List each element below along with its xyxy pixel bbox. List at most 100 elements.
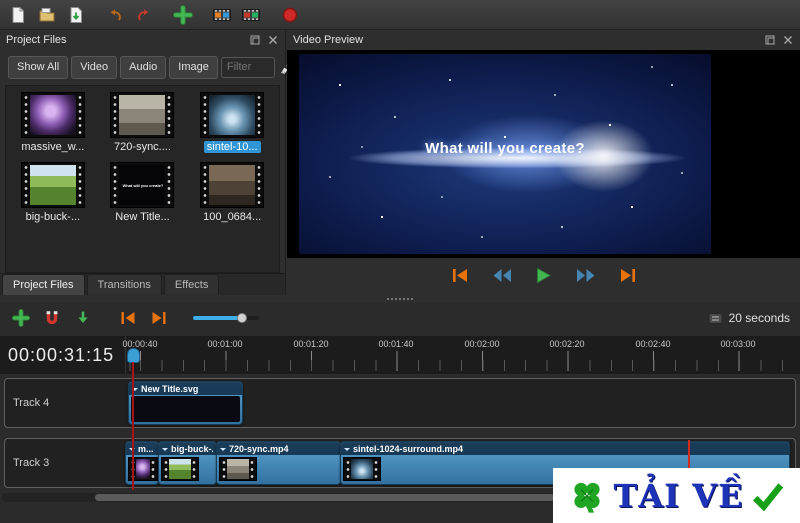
filter-input[interactable]: [220, 56, 275, 78]
ruler-label: 00:01:00: [207, 339, 243, 349]
clip-label: New Title.svg: [141, 383, 199, 394]
clip-menu-icon[interactable]: [344, 447, 350, 454]
close-icon[interactable]: [782, 34, 794, 46]
project-files-title: Project Files: [6, 34, 67, 46]
ruler-label: 00:02:00: [464, 339, 500, 349]
play-button[interactable]: [532, 265, 556, 285]
save-project-button[interactable]: [64, 3, 88, 27]
clip-thumbnail: [343, 457, 381, 481]
clip-720-sync[interactable]: 720-sync.mp4: [216, 441, 341, 485]
fast-forward-icon: [576, 268, 594, 282]
zoom-scale-group: 20 seconds: [708, 311, 790, 325]
clip-menu-icon[interactable]: [162, 447, 168, 454]
timeline-scrollbar-handle[interactable]: [95, 494, 555, 501]
track-name: Track 3: [13, 457, 50, 469]
playhead-pin[interactable]: [127, 348, 140, 363]
timeline-ruler-row: 00:00:31:15 00:00:40 00:01:00 00:01:20 0…: [0, 336, 800, 374]
jump-to-end-button[interactable]: [616, 265, 640, 285]
checkmark-icon: [753, 482, 784, 511]
ruler-label: 00:01:40: [378, 339, 414, 349]
close-icon[interactable]: [267, 34, 279, 46]
clip-big-buck[interactable]: big-buck-...: [158, 441, 217, 485]
next-marker-button[interactable]: [148, 307, 170, 329]
file-label: sintel-10...: [203, 141, 261, 153]
new-project-button[interactable]: [6, 3, 30, 27]
export-video-icon: [282, 7, 298, 22]
new-project-icon: [12, 6, 24, 23]
filter-show-all-button[interactable]: Show All: [8, 55, 69, 79]
jump-to-start-button[interactable]: [448, 265, 472, 285]
timeline-ruler[interactable]: 00:00:40 00:01:00 00:01:20 00:01:40 00:0…: [122, 336, 800, 374]
rewind-button[interactable]: [490, 265, 514, 285]
watermark-text: TẢI VỀ: [613, 476, 744, 515]
playhead[interactable]: [127, 348, 140, 490]
redo-icon: [138, 8, 149, 21]
clip-header: 720-sync.mp4: [217, 442, 340, 455]
undock-icon[interactable]: [249, 34, 261, 46]
tab-transitions[interactable]: Transitions: [86, 274, 162, 295]
tab-project-files[interactable]: Project Files: [2, 274, 85, 295]
clip-thumbnail: [219, 457, 257, 481]
snapping-toggle-button[interactable]: [41, 307, 63, 329]
timeline-toolbar: 20 seconds: [0, 303, 800, 333]
jump-to-end-icon: [620, 268, 635, 282]
playhead-timecode: 00:00:31:15: [8, 345, 115, 365]
file-label: big-buck-...: [25, 211, 81, 223]
add-marker-icon: [78, 311, 88, 323]
snapping-magnet-icon: [46, 311, 58, 325]
next-marker-icon: [152, 312, 166, 324]
project-files-header: Project Files: [0, 30, 285, 50]
add-marker-button[interactable]: [72, 307, 94, 329]
export-video-button[interactable]: [278, 3, 302, 27]
add-track-button[interactable]: [10, 307, 32, 329]
clip-header: big-buck-...: [159, 442, 216, 455]
filter-audio-button[interactable]: Audio: [120, 55, 167, 79]
playback-controls: [287, 262, 800, 288]
ruler-minor-ticks: [126, 360, 800, 371]
clip-new-title[interactable]: New Title.svg: [128, 381, 243, 425]
file-item-big-buck[interactable]: big-buck-...: [9, 162, 97, 223]
filter-video-button[interactable]: Video: [71, 55, 118, 79]
import-files-icon: [173, 4, 193, 25]
clip-label: 720-sync.mp4: [229, 443, 289, 454]
undock-icon[interactable]: [764, 34, 776, 46]
clip-menu-icon[interactable]: [220, 447, 226, 454]
file-item-sintel[interactable]: sintel-10...: [188, 92, 276, 153]
rewind-icon: [493, 268, 511, 282]
file-label: New Title...: [115, 211, 170, 223]
left-panel-tabs: Project Files Transitions Effects: [0, 273, 285, 295]
choose-profile-button[interactable]: [210, 3, 234, 27]
timeline-zoom-slider[interactable]: [193, 313, 259, 323]
zoom-scale-label: 20 seconds: [728, 311, 790, 325]
zoom-scale-icon: [708, 312, 723, 324]
undo-button[interactable]: [103, 3, 127, 27]
tab-effects[interactable]: Effects: [163, 274, 220, 295]
open-project-button[interactable]: [35, 3, 59, 27]
ruler-label: 00:03:00: [720, 339, 756, 349]
redo-button[interactable]: [132, 3, 156, 27]
ruler-label: 00:02:20: [549, 339, 585, 349]
video-preview-title: Video Preview: [293, 34, 364, 46]
slider-handle[interactable]: [236, 313, 247, 323]
video-overlay-text: What will you create?: [425, 140, 585, 157]
ruler-label: 00:01:20: [293, 339, 329, 349]
file-thumbnail: [20, 92, 85, 138]
save-project-icon: [70, 6, 82, 23]
file-item-100-0684[interactable]: 100_0684...: [188, 162, 276, 223]
previous-marker-button[interactable]: [117, 307, 139, 329]
star-field: [299, 54, 301, 56]
panel-splitter[interactable]: [0, 295, 800, 303]
file-thumbnail: [200, 162, 265, 208]
fast-forward-button[interactable]: [574, 265, 598, 285]
ruler-label: 00:02:40: [635, 339, 671, 349]
file-item-massive[interactable]: massive_w...: [9, 92, 97, 153]
filter-image-button[interactable]: Image: [169, 55, 218, 79]
animated-title-button[interactable]: [239, 3, 263, 27]
splitter-handle-dots: [387, 298, 413, 300]
file-label: 100_0684...: [203, 211, 262, 223]
import-files-button[interactable]: [171, 3, 195, 27]
file-thumbnail: [20, 162, 85, 208]
file-item-720-sync[interactable]: 720-sync....: [98, 92, 186, 153]
slider-fill: [193, 316, 242, 320]
file-item-new-title[interactable]: What will you create? New Title...: [98, 162, 186, 223]
